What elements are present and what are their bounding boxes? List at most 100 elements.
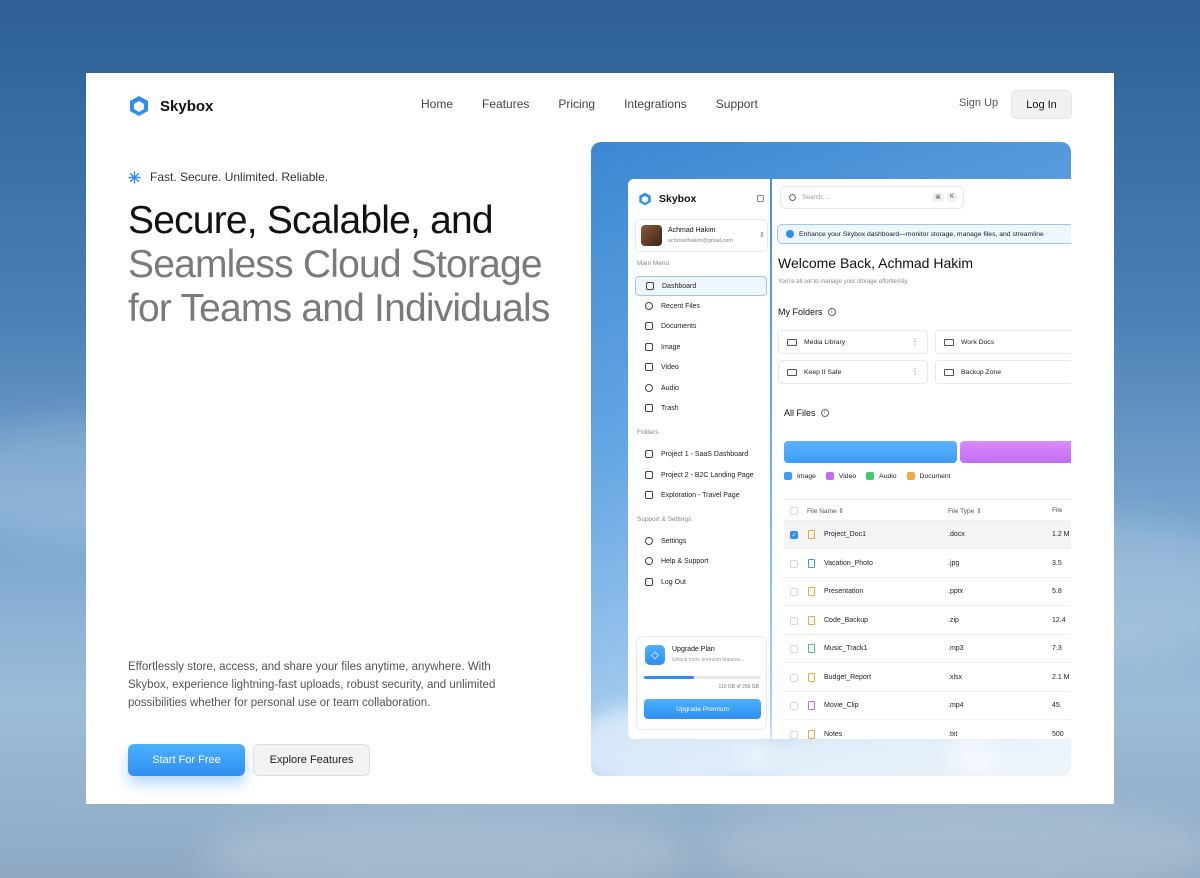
table-row[interactable]: Notes .txt 500	[784, 721, 1071, 740]
row-checkbox[interactable]	[790, 559, 798, 568]
legend-item-video: Video	[825, 472, 857, 480]
section-label-folders: Folders	[637, 429, 659, 436]
folder-icon	[787, 338, 797, 346]
table-row[interactable]: Music_Track1 .mp3 7.3	[784, 635, 1071, 663]
document-icon	[645, 322, 653, 330]
row-checkbox[interactable]: ✓	[790, 531, 798, 539]
legend-item-document: Document	[906, 472, 951, 480]
sidebar-item-label: Settings	[661, 537, 687, 545]
my-folders-heading: My Folders i	[778, 307, 836, 317]
table-row[interactable]: Code_Backup .zip 12.4	[784, 607, 1071, 635]
explore-features-button[interactable]: Explore Features	[253, 744, 370, 776]
clock-icon	[645, 302, 653, 310]
row-checkbox[interactable]	[790, 616, 798, 625]
column-header-file-type[interactable]: File Type ⇕	[948, 507, 982, 515]
nav-link-support[interactable]: Support	[716, 97, 758, 111]
legend-label: Audio	[879, 472, 897, 480]
app-logo[interactable]: Skybox	[638, 192, 696, 206]
folder-card-work-docs[interactable]: Work Docs	[935, 330, 1071, 354]
folder-name: Media Library	[804, 338, 846, 346]
sidebar-item-help[interactable]: Help & Support	[635, 551, 767, 571]
select-all-checkbox[interactable]	[790, 507, 798, 515]
more-vertical-icon[interactable]: ⋮	[911, 338, 919, 346]
row-checkbox[interactable]	[790, 730, 798, 739]
sidebar-item-logout[interactable]: Log Out	[635, 572, 767, 592]
section-label-main: Main Menu	[637, 260, 670, 267]
nav-link-features[interactable]: Features	[482, 97, 529, 111]
more-vertical-icon[interactable]: ⋮	[911, 368, 919, 376]
file-size: 7.3	[1052, 645, 1062, 652]
file-name: Movie_Clip	[824, 702, 859, 709]
sidebar-item-label: Video	[661, 363, 679, 371]
app-sidebar: Skybox Achmad Hakim achmadhakim@gmail.co…	[628, 179, 770, 739]
sidebar-item-documents[interactable]: Documents	[635, 316, 767, 336]
row-checkbox[interactable]	[790, 673, 798, 682]
sidebar-item-dashboard[interactable]: Dashboard	[635, 276, 767, 296]
row-checkbox[interactable]	[790, 588, 798, 596]
folder-card-media-library[interactable]: Media Library ⋮	[778, 330, 928, 354]
file-size: 500	[1052, 730, 1064, 738]
folder-icon	[787, 368, 797, 376]
column-label: File Type	[948, 508, 975, 515]
info-icon[interactable]: i	[820, 409, 829, 417]
table-row[interactable]: Budget_Report .xlsx 2.1 M	[784, 664, 1071, 692]
upgrade-premium-button[interactable]: Upgrade Premium	[644, 699, 761, 719]
skybox-logo-icon	[639, 192, 651, 206]
file-type-legend: Image Video Audio Document	[784, 472, 951, 480]
hero-title-line-3: for Teams and Individuals	[128, 287, 550, 330]
background-cloud	[200, 810, 700, 878]
upgrade-title: Upgrade Plan	[672, 646, 715, 653]
sidebar-item-label: Dashboard	[662, 282, 697, 290]
sidebar-item-audio[interactable]: Audio	[635, 378, 767, 398]
legend-swatch	[866, 472, 875, 480]
sidebar-item-image[interactable]: Image	[635, 337, 767, 357]
legend-item-image: Image	[784, 472, 816, 480]
table-row[interactable]: Movie_Clip .mp4 45.	[784, 692, 1071, 720]
sidebar-item-settings[interactable]: Settings	[635, 531, 767, 551]
search-shortcut: ⌘ K	[931, 193, 957, 202]
folder-icon	[645, 491, 653, 499]
tagline-text: Fast. Secure. Unlimited. Reliable.	[150, 170, 329, 184]
folder-card-keep-it-safe[interactable]: Keep It Safe ⋮	[778, 360, 928, 384]
search-input[interactable]: Search.... ⌘ K	[780, 186, 964, 209]
row-checkbox[interactable]	[790, 702, 798, 710]
file-name: Music_Track1	[824, 645, 868, 652]
sidebar-folder-3[interactable]: Exploration - Travel Page	[635, 485, 767, 505]
table-row[interactable]: ✓ Project_Doc1 .docx 1.2 M	[784, 521, 1071, 549]
sidebar-item-recent-files[interactable]: Recent Files	[635, 296, 767, 316]
user-switcher[interactable]: Achmad Hakim achmadhakim@gmail.com ⇕	[635, 219, 768, 252]
signup-link[interactable]: Sign Up	[959, 97, 998, 109]
sidebar-item-label: Help & Support	[661, 557, 709, 565]
upgrade-subtitle: Unlock more premium features...	[672, 657, 745, 663]
table-row[interactable]: Vacation_Photo .jpg 3.5	[784, 550, 1071, 578]
sidebar-collapse-icon[interactable]	[757, 195, 764, 202]
sidebar-item-video[interactable]: Video	[635, 357, 767, 377]
legend-label: Video	[838, 472, 857, 480]
sidebar-folder-1[interactable]: Project 1 - SaaS Dashboard	[635, 444, 767, 464]
sidebar-item-trash[interactable]: Trash	[635, 398, 767, 418]
info-icon[interactable]: i	[827, 308, 836, 316]
skybox-logo-icon	[130, 96, 148, 116]
doc-file-icon	[808, 587, 815, 596]
info-icon	[786, 230, 794, 238]
folder-icon	[944, 338, 954, 346]
column-header-file-name[interactable]: File Name ⇕	[807, 507, 844, 515]
row-checkbox[interactable]	[790, 645, 798, 653]
file-name: Budget_Report	[824, 673, 872, 681]
column-header-file-size[interactable]: File	[1052, 507, 1062, 514]
folder-card-backup-zone[interactable]: Backup Zone	[935, 360, 1071, 384]
table-row[interactable]: Presentation .pptx 5.8	[784, 578, 1071, 606]
login-button[interactable]: Log In	[1011, 90, 1072, 119]
folder-name: Keep It Safe	[804, 368, 842, 376]
sidebar-item-label: Exploration - Travel Page	[661, 491, 740, 499]
start-for-free-button[interactable]: Start For Free	[128, 744, 245, 776]
home-icon	[646, 282, 654, 290]
nav-link-integrations[interactable]: Integrations	[624, 97, 687, 111]
nav-link-pricing[interactable]: Pricing	[558, 97, 595, 111]
nav-link-home[interactable]: Home	[421, 97, 453, 111]
legend-swatch	[906, 472, 915, 480]
app-main: Search.... ⌘ K Enhance your Skybox dashb…	[772, 179, 1071, 739]
sidebar-folder-2[interactable]: Project 2 - B2C Landing Page	[635, 465, 767, 485]
image-file-icon	[808, 558, 815, 568]
brand-logo[interactable]: Skybox	[128, 95, 213, 117]
